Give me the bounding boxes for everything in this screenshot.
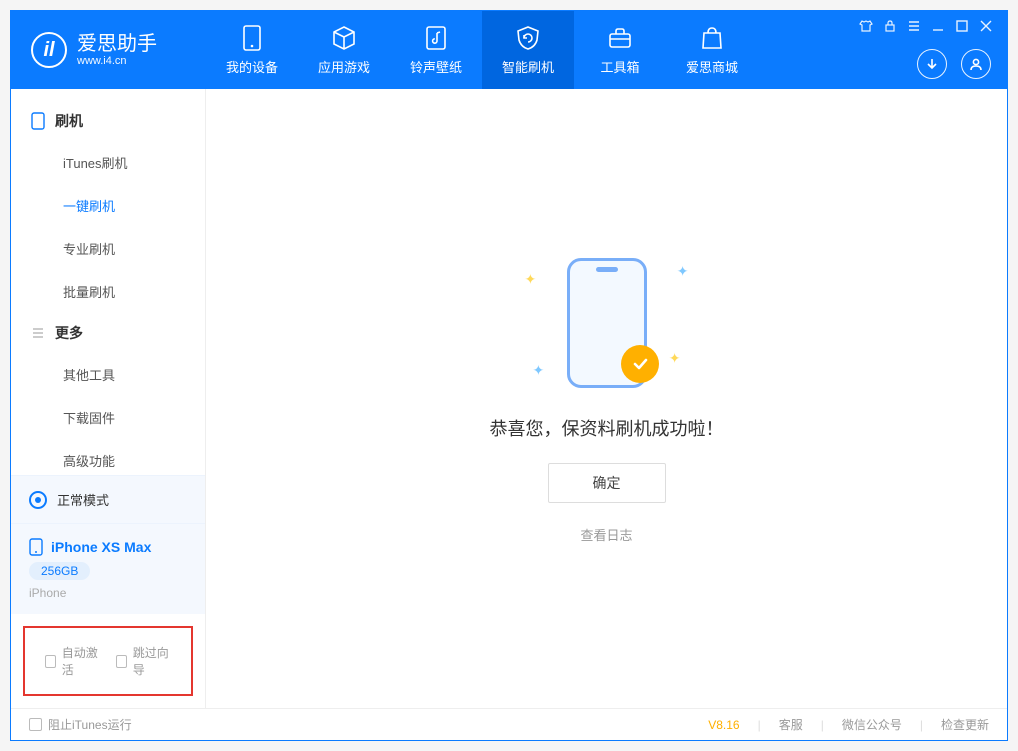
body: 刷机 iTunes刷机 一键刷机 专业刷机 批量刷机 更多 其他工具 下载固件 …	[11, 89, 1007, 708]
window-controls	[859, 19, 993, 33]
sparkle-icon: ✦	[533, 362, 545, 379]
ok-button[interactable]: 确定	[548, 463, 666, 503]
logo-icon: il	[31, 32, 67, 68]
skip-guide-checkbox[interactable]: 跳过向导	[116, 644, 171, 678]
success-illustration: ✦ ✦ ✦ ✦	[507, 253, 707, 393]
device-capacity: 256GB	[29, 562, 90, 580]
lock-icon[interactable]	[883, 19, 897, 33]
nav-smart-flash[interactable]: 智能刷机	[482, 11, 574, 89]
checkbox-icon	[29, 718, 42, 731]
sidebar-group-more: 更多	[11, 313, 205, 353]
header: il 爱思助手 www.i4.cn 我的设备 应用游戏 铃声壁纸 智能刷机	[11, 11, 1007, 89]
device-status[interactable]: 正常模式	[11, 475, 205, 523]
success-check-icon	[621, 345, 659, 383]
account-button[interactable]	[961, 49, 991, 79]
footer-link-update[interactable]: 检查更新	[941, 716, 989, 733]
cube-icon	[331, 25, 357, 51]
sparkle-icon: ✦	[669, 350, 681, 367]
nav-toolbox[interactable]: 工具箱	[574, 11, 666, 89]
phone-outline-icon	[31, 112, 45, 130]
sidebar-item-download-firmware[interactable]: 下载固件	[11, 396, 205, 439]
sparkle-icon: ✦	[677, 263, 689, 280]
toolbox-icon	[607, 25, 633, 51]
view-log-link[interactable]: 查看日志	[580, 525, 632, 544]
sidebar-item-batch-flash[interactable]: 批量刷机	[11, 270, 205, 313]
device-card[interactable]: iPhone XS Max 256GB iPhone	[11, 523, 205, 614]
footer-link-wechat[interactable]: 微信公众号	[842, 716, 902, 733]
sidebar-item-advanced[interactable]: 高级功能	[11, 439, 205, 475]
checkbox-icon	[116, 655, 127, 668]
phone-small-icon	[29, 538, 43, 556]
success-message: 恭喜您，保资料刷机成功啦！	[490, 415, 724, 441]
main-content: ✦ ✦ ✦ ✦ 恭喜您，保资料刷机成功啦！ 确定 查看日志	[206, 89, 1007, 708]
close-icon[interactable]	[979, 19, 993, 33]
auto-activate-checkbox[interactable]: 自动激活	[45, 644, 100, 678]
maximize-icon[interactable]	[955, 19, 969, 33]
block-itunes-checkbox[interactable]: 阻止iTunes运行	[29, 716, 132, 733]
footer: 阻止iTunes运行 V8.16 | 客服 | 微信公众号 | 检查更新	[11, 708, 1007, 740]
app-window: il 爱思助手 www.i4.cn 我的设备 应用游戏 铃声壁纸 智能刷机	[10, 10, 1008, 741]
footer-link-support[interactable]: 客服	[779, 716, 803, 733]
device-type: iPhone	[29, 586, 187, 600]
device-name: iPhone XS Max	[29, 538, 187, 556]
sidebar-item-pro-flash[interactable]: 专业刷机	[11, 227, 205, 270]
nav-apps-games[interactable]: 应用游戏	[298, 11, 390, 89]
app-title: 爱思助手	[77, 33, 157, 55]
highlighted-options: 自动激活 跳过向导	[23, 626, 193, 696]
menu-icon[interactable]	[907, 19, 921, 33]
minimize-icon[interactable]	[931, 19, 945, 33]
shirt-icon[interactable]	[859, 19, 873, 33]
sidebar: 刷机 iTunes刷机 一键刷机 专业刷机 批量刷机 更多 其他工具 下载固件 …	[11, 89, 206, 708]
list-icon	[31, 326, 45, 340]
sidebar-item-other-tools[interactable]: 其他工具	[11, 353, 205, 396]
sidebar-group-flash: 刷机	[11, 101, 205, 141]
sidebar-item-itunes-flash[interactable]: iTunes刷机	[11, 141, 205, 184]
sparkle-icon: ✦	[525, 271, 537, 288]
app-subtitle: www.i4.cn	[77, 55, 157, 67]
device-icon	[239, 25, 265, 51]
music-file-icon	[423, 25, 449, 51]
sidebar-item-oneclick-flash[interactable]: 一键刷机	[11, 184, 205, 227]
nav-store[interactable]: 爱思商城	[666, 11, 758, 89]
logo-block: il 爱思助手 www.i4.cn	[11, 11, 206, 89]
nav-my-device[interactable]: 我的设备	[206, 11, 298, 89]
status-dot-icon	[29, 491, 47, 509]
download-button[interactable]	[917, 49, 947, 79]
version-label: V8.16	[708, 718, 739, 732]
bag-icon	[699, 25, 725, 51]
refresh-shield-icon	[515, 25, 541, 51]
nav-ringtones-wallpaper[interactable]: 铃声壁纸	[390, 11, 482, 89]
checkbox-icon	[45, 655, 56, 668]
